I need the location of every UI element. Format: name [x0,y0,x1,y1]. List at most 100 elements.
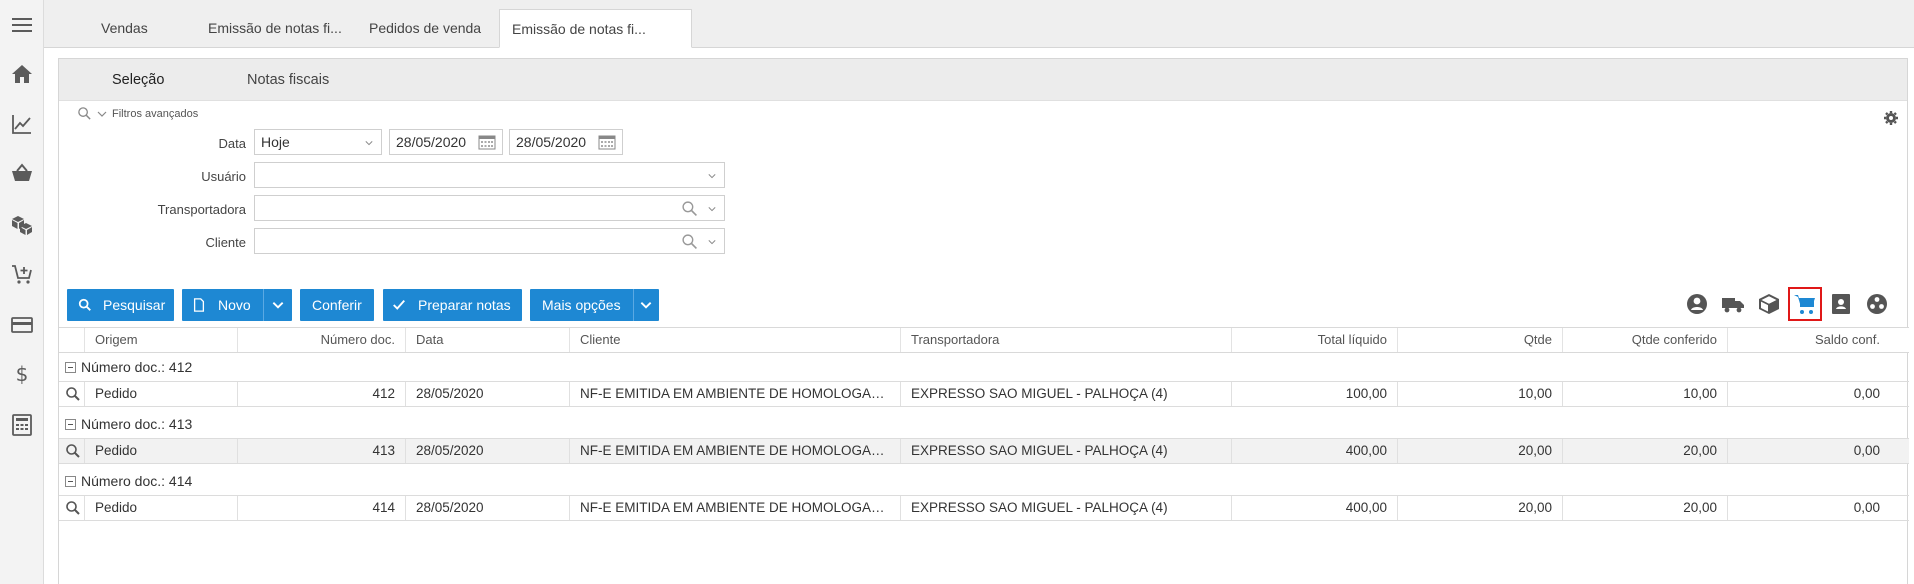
cliente-label: Cliente [205,235,246,250]
cell-numero: 414 [237,496,405,520]
col-numero-doc[interactable]: Número doc. [237,328,405,352]
calendar-icon[interactable] [598,134,616,150]
chevron-down-icon [708,207,716,212]
search-icon[interactable] [65,386,81,402]
date-to-value: 28/05/2020 [516,134,587,150]
col-transportadora[interactable]: Transportadora [900,328,1231,352]
cell-data: 28/05/2020 [405,439,569,463]
transportadora-lookup[interactable] [254,195,725,221]
box-icon[interactable] [1755,290,1783,318]
table-row[interactable]: Pedido 414 28/05/2020 NF-E EMITIDA EM AM… [59,495,1909,521]
date-from-input[interactable]: 28/05/2020 [389,129,503,155]
chevron-down-icon [97,111,107,117]
person-circle-icon[interactable] [1683,290,1711,318]
mais-opcoes-dropdown-toggle[interactable] [632,289,659,321]
cart-icon[interactable] [1788,287,1822,321]
grid-header: Origem Número doc. Data Cliente Transpor… [59,327,1909,353]
search-icon[interactable] [681,200,698,217]
table-row[interactable]: Pedido 412 28/05/2020 NF-E EMITIDA EM AM… [59,381,1909,407]
cell-qtde: 20,00 [1397,439,1562,463]
sub-tab-bar: Seleção Notas fiscais [59,59,1907,101]
add-to-cart-icon[interactable] [9,261,35,287]
basket-icon[interactable] [9,160,35,186]
cell-transportadora: EXPRESSO SAO MIGUEL - PALHOÇA (4) [900,382,1231,406]
cell-qtde: 20,00 [1397,496,1562,520]
preparar-notas-button[interactable]: Preparar notas [383,289,522,321]
cliente-lookup[interactable] [254,228,725,254]
chevron-down-icon [708,174,716,179]
main-panel: Seleção Notas fiscais Filtros avançados … [58,58,1909,584]
cell-origem: Pedido [84,496,237,520]
col-cliente[interactable]: Cliente [569,328,900,352]
contact-card-icon[interactable] [1827,290,1855,318]
cell-origem: Pedido [84,439,237,463]
pesquisar-button[interactable]: Pesquisar [67,289,174,321]
cell-saldo: 0,00 [1727,439,1890,463]
chevron-down-icon [272,302,284,309]
collapse-icon[interactable] [65,418,76,430]
cell-cliente: NF-E EMITIDA EM AMBIENTE DE HOMOLOGAC... [569,439,900,463]
truck-icon[interactable] [1719,290,1747,318]
cell-conferido: 20,00 [1562,439,1727,463]
search-icon[interactable] [65,443,81,459]
search-icon[interactable] [681,233,698,250]
collapse-icon[interactable] [65,361,76,373]
date-to-input[interactable]: 28/05/2020 [509,129,623,155]
date-from-value: 28/05/2020 [396,134,467,150]
boxes-icon[interactable] [9,212,35,238]
hamburger-menu-icon[interactable] [9,12,35,38]
usuario-select[interactable] [254,162,725,188]
cell-saldo: 0,00 [1727,496,1890,520]
subtab-selecao[interactable]: Seleção [112,59,164,101]
collapse-icon[interactable] [65,475,76,487]
gear-icon[interactable] [1883,110,1899,126]
col-qtde[interactable]: Qtde [1397,328,1562,352]
chevron-down-icon [708,240,716,245]
data-period-select[interactable]: Hoje [254,129,382,155]
group-title: Número doc.: 413 [81,416,193,432]
cell-conferido: 10,00 [1562,382,1727,406]
svg-text:$: $ [16,362,29,386]
dollar-icon[interactable]: $ [9,361,35,387]
table-row[interactable]: Pedido 413 28/05/2020 NF-E EMITIDA EM AM… [59,438,1909,464]
novo-button[interactable]: Novo [182,289,292,321]
tab-emissao-notas-active[interactable]: Emissão de notas fi... [499,9,692,48]
cell-conferido: 20,00 [1562,496,1727,520]
cell-cliente: NF-E EMITIDA EM AMBIENTE DE HOMOLOGAC... [569,382,900,406]
calendar-icon[interactable] [478,134,496,150]
subtab-notas-fiscais[interactable]: Notas fiscais [247,59,329,101]
chevron-down-icon [640,302,652,309]
conferir-label: Conferir [312,297,362,313]
group-header[interactable]: Número doc.: 414 [59,468,1909,494]
home-icon[interactable] [9,61,35,87]
col-origem[interactable]: Origem [84,328,237,352]
col-data[interactable]: Data [405,328,569,352]
usuario-label: Usuário [201,169,246,184]
group-header[interactable]: Número doc.: 412 [59,354,1909,380]
conferir-button[interactable]: Conferir [300,289,374,321]
group-circle-icon[interactable] [1863,290,1891,318]
line-chart-icon[interactable] [9,111,35,137]
tab-vendas[interactable]: Vendas [89,9,199,48]
left-rail: $ [0,0,44,584]
credit-card-icon[interactable] [9,312,35,338]
cell-numero: 413 [237,439,405,463]
advanced-filters-toggle[interactable]: Filtros avançados [77,106,198,121]
mais-opcoes-label: Mais opções [542,297,621,313]
calculator-icon[interactable] [9,412,35,438]
novo-dropdown-toggle[interactable] [262,289,292,321]
chevron-down-icon [365,141,373,146]
mais-opcoes-button[interactable]: Mais opções [530,289,659,321]
col-qtde-conferido[interactable]: Qtde conferido [1562,328,1727,352]
group-title: Número doc.: 412 [81,359,193,375]
transportadora-label: Transportadora [157,202,246,217]
cell-total: 400,00 [1231,439,1397,463]
group-title: Número doc.: 414 [81,473,193,489]
col-saldo-conf[interactable]: Saldo conf. [1727,328,1890,352]
group-header[interactable]: Número doc.: 413 [59,411,1909,437]
col-total-liquido[interactable]: Total líquido [1231,328,1397,352]
search-icon[interactable] [65,500,81,516]
advanced-filters-label: Filtros avançados [112,107,199,120]
cell-qtde: 10,00 [1397,382,1562,406]
data-label: Data [218,136,246,151]
